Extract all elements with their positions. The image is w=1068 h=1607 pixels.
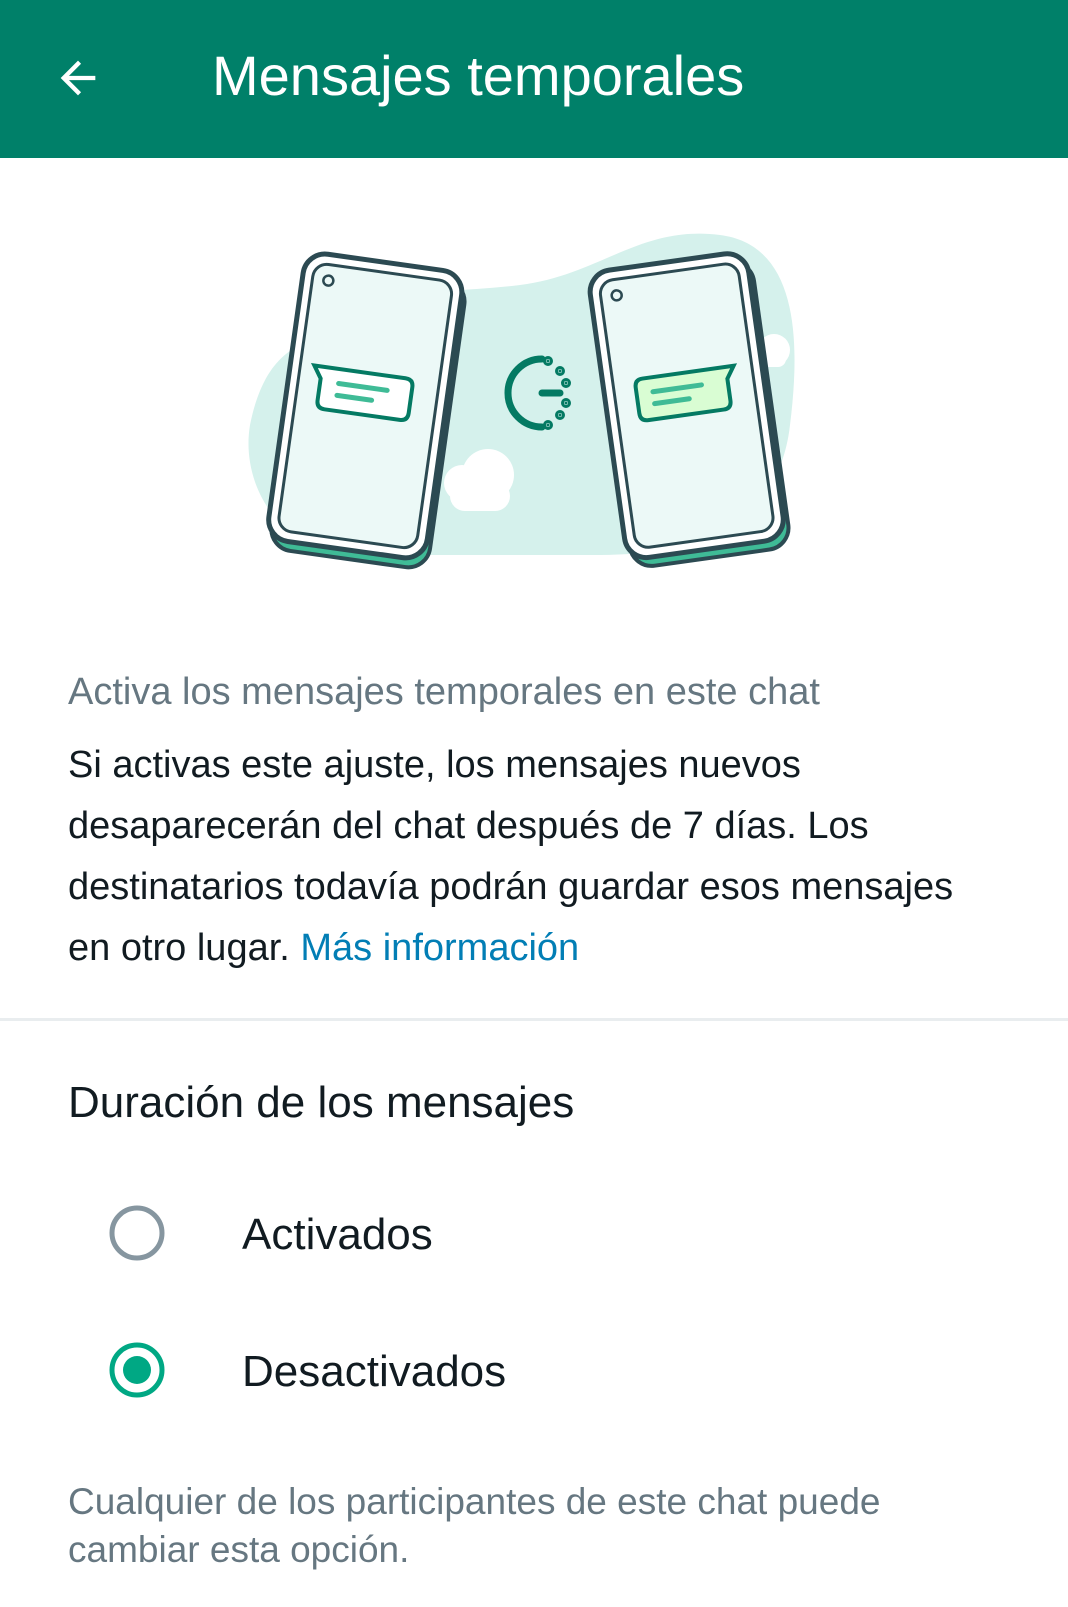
back-button[interactable] (46, 46, 110, 110)
radio-selected-icon[interactable] (108, 1341, 166, 1399)
description-text: Si activas este ajuste, los mensajes nue… (68, 735, 968, 979)
arrow-left-icon (60, 60, 96, 96)
option-label: Activados (242, 1210, 433, 1259)
option-desactivados[interactable]: Desactivados (0, 1317, 1068, 1427)
option-activados[interactable]: Activados (0, 1180, 1068, 1290)
more-info-link[interactable]: Más información (300, 927, 579, 969)
disappearing-messages-illustration (240, 225, 820, 590)
app-bar: Mensajes temporales (0, 0, 1068, 158)
option-label: Desactivados (242, 1347, 507, 1396)
divider (0, 1018, 1068, 1021)
radio-unselected-icon[interactable] (108, 1204, 166, 1262)
page-title: Mensajes temporales (212, 44, 745, 107)
section-caption: Activa los mensajes temporales en este c… (68, 671, 820, 713)
duration-title: Duración de los mensajes (68, 1078, 575, 1127)
footer-note: Cualquier de los participantes de este c… (68, 1481, 881, 1570)
